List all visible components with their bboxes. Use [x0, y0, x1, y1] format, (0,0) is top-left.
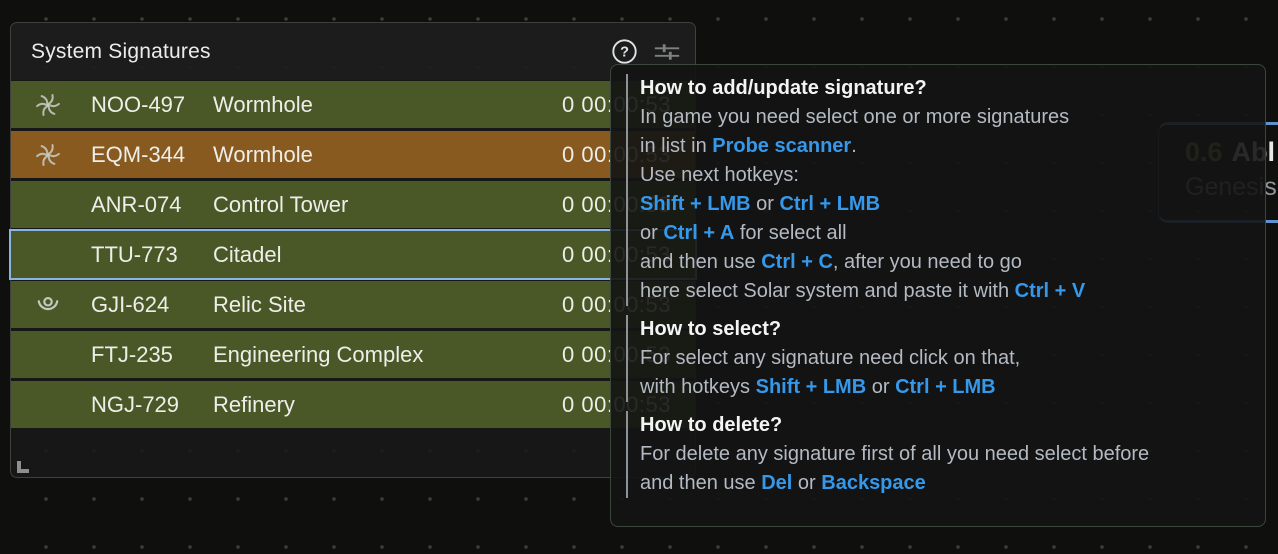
signature-type: Control Tower: [213, 192, 562, 218]
signature-id: EQM-344: [65, 142, 213, 168]
tooltip-line: here select Solar system and paste it wi…: [640, 277, 1247, 306]
tooltip-text: or: [751, 193, 780, 215]
signature-table: NOO-497Wormhole0 00:00:53 EQM-344Wormhol…: [11, 81, 695, 431]
hotkey-label: Ctrl + LMB: [895, 376, 996, 398]
signature-id: NGJ-729: [65, 392, 213, 418]
help-icon[interactable]: ?: [609, 37, 639, 67]
tooltip-text: with hotkeys: [640, 376, 756, 398]
wormhole-site-icon: [31, 92, 65, 118]
relic-site-icon: [31, 292, 65, 318]
tooltip-line: Shift + LMB or Ctrl + LMB: [640, 190, 1247, 219]
wormhole-site-icon: [31, 142, 65, 168]
hotkey-label: Shift + LMB: [640, 193, 751, 215]
tooltip-text: here select Solar system and paste it wi…: [640, 280, 1015, 302]
signature-type: Refinery: [213, 392, 562, 418]
tooltip-section: How to add/update signature? In game you …: [626, 74, 1247, 306]
tooltip-section: How to select? For select any signature n…: [626, 315, 1247, 402]
tooltip-text: or: [792, 472, 821, 494]
signature-type: Relic Site: [213, 292, 562, 318]
tooltip-text: or: [640, 222, 663, 244]
tooltip-line: For delete any signature first of all yo…: [640, 440, 1247, 469]
tooltip-text: and then use: [640, 251, 761, 273]
tooltip-text: and then use: [640, 472, 761, 494]
tooltip-line: and then use Ctrl + C, after you need to…: [640, 248, 1247, 277]
tooltip-text: For select any signature need click on t…: [640, 347, 1020, 369]
signature-row[interactable]: EQM-344Wormhole0 00:00:53: [11, 131, 695, 178]
tooltip-text: In game you need select one or more sign…: [640, 106, 1069, 128]
signature-row[interactable]: NOO-497Wormhole0 00:00:53: [11, 81, 695, 128]
panel-header-icons: ?: [609, 37, 682, 67]
signature-id: FTJ-235: [65, 342, 213, 368]
tooltip-text: in list in: [640, 135, 712, 157]
tooltip-line: Use next hotkeys:: [640, 161, 1247, 190]
hotkey-label: Del: [761, 472, 792, 494]
tooltip-text: For delete any signature first of all yo…: [640, 443, 1149, 465]
svg-text:?: ?: [620, 45, 629, 61]
signature-type: Citadel: [213, 242, 562, 268]
signature-type: Wormhole: [213, 92, 562, 118]
help-tooltip: How to add/update signature? In game you …: [610, 64, 1266, 527]
signature-type: Wormhole: [213, 142, 562, 168]
signature-id: NOO-497: [65, 92, 213, 118]
signature-id: ANR-074: [65, 192, 213, 218]
signature-row[interactable]: TTU-773Citadel0 00:00:53: [11, 231, 695, 278]
hotkey-label: Ctrl + C: [761, 251, 833, 273]
hotkey-label: Shift + LMB: [756, 376, 867, 398]
signature-id: GJI-624: [65, 292, 213, 318]
tooltip-line: in list in Probe scanner.: [640, 132, 1247, 161]
signature-row[interactable]: NGJ-729Refinery0 00:00:53: [11, 381, 695, 428]
tooltip-line: and then use Del or Backspace: [640, 469, 1247, 498]
tooltip-text: or: [866, 376, 895, 398]
hotkey-label: Ctrl + V: [1015, 280, 1086, 302]
hotkey-label: Probe scanner: [712, 135, 851, 157]
hotkey-label: Ctrl + A: [663, 222, 734, 244]
tooltip-text: Use next hotkeys:: [640, 164, 799, 186]
hotkey-label: Backspace: [821, 472, 926, 494]
system-signatures-panel: System Signatures ?: [10, 22, 696, 478]
signature-row[interactable]: FTJ-235Engineering Complex0 00:00:53: [11, 331, 695, 378]
panel-header: System Signatures ?: [11, 23, 695, 80]
tooltip-line: with hotkeys Shift + LMB or Ctrl + LMB: [640, 373, 1247, 402]
tooltip-text: for select all: [734, 222, 846, 244]
tooltip-section: How to delete? For delete any signature f…: [626, 411, 1247, 498]
tooltip-text: .: [851, 135, 857, 157]
panel-title: System Signatures: [31, 40, 609, 64]
resize-handle-icon[interactable]: [17, 461, 29, 473]
tooltip-line: For select any signature need click on t…: [640, 344, 1247, 373]
tooltip-text: , after you need to go: [833, 251, 1022, 273]
tooltip-line: or Ctrl + A for select all: [640, 219, 1247, 248]
signature-id: TTU-773: [65, 242, 213, 268]
tooltip-section-heading: How to delete?: [640, 411, 1247, 440]
sliders-icon[interactable]: [652, 37, 682, 67]
hotkey-label: Ctrl + LMB: [779, 193, 880, 215]
tooltip-section-heading: How to select?: [640, 315, 1247, 344]
tooltip-section-heading: How to add/update signature?: [640, 74, 1247, 103]
tooltip-line: In game you need select one or more sign…: [640, 103, 1247, 132]
signature-type: Engineering Complex: [213, 342, 562, 368]
signature-row[interactable]: GJI-624Relic Site0 00:00:53: [11, 281, 695, 328]
signature-row[interactable]: ANR-074Control Tower0 00:00:53: [11, 181, 695, 228]
